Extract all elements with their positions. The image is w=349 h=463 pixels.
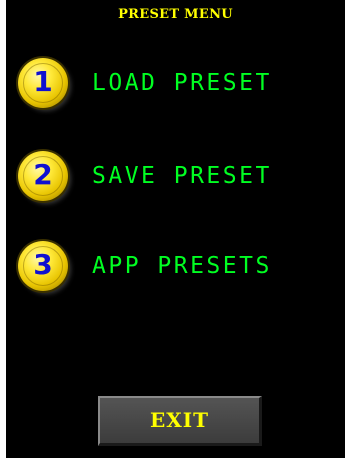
menu-item-label-save-preset[interactable]: SAVE PRESET	[92, 163, 272, 189]
number-label-1: 1	[33, 65, 53, 98]
menu-item-label-app-presets[interactable]: APP PRESETS	[92, 253, 272, 279]
menu-item-save-preset[interactable]: 2 SAVE PRESET	[18, 151, 328, 203]
number-label-2: 2	[33, 158, 53, 191]
exit-button[interactable]: EXIT	[98, 396, 262, 446]
exit-button-label: EXIT	[150, 408, 209, 432]
number-label-3: 3	[33, 248, 53, 281]
page-title: PRESET MENU	[118, 7, 233, 22]
menu-item-app-presets[interactable]: 3 APP PRESETS	[18, 241, 328, 293]
device-screen: PRESET MENU 1 LOAD PRESET 2 SAVE PRESET …	[6, 0, 345, 458]
menu-item-label-load-preset[interactable]: LOAD PRESET	[92, 70, 272, 96]
menu-item-load-preset[interactable]: 1 LOAD PRESET	[18, 58, 328, 110]
